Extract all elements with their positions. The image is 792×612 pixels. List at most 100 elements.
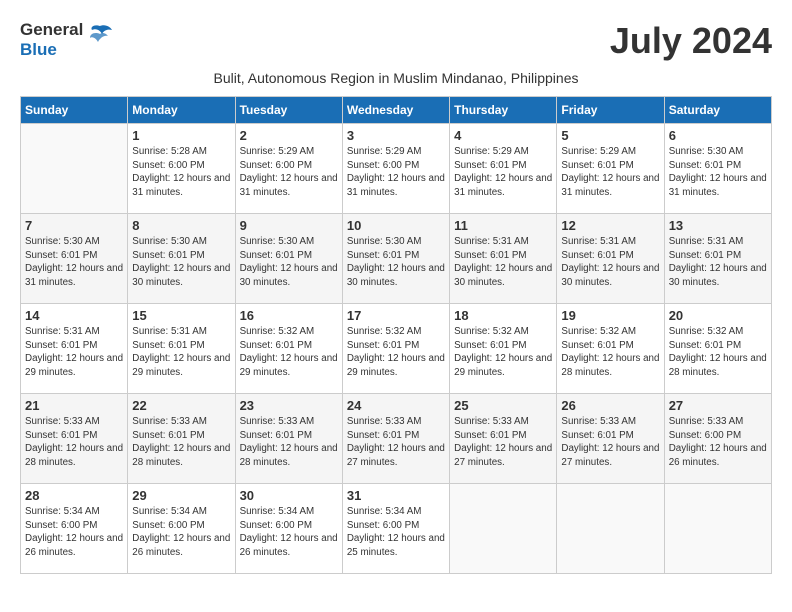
day-number: 27 [669, 398, 767, 413]
calendar-day [21, 124, 128, 214]
day-number: 17 [347, 308, 445, 323]
calendar-day: 21 Sunrise: 5:33 AMSunset: 6:01 PMDayligh… [21, 394, 128, 484]
day-number: 25 [454, 398, 552, 413]
day-number: 7 [25, 218, 123, 233]
calendar-day: 14 Sunrise: 5:31 AMSunset: 6:01 PMDayligh… [21, 304, 128, 394]
header-tuesday: Tuesday [235, 97, 342, 124]
calendar-day: 17 Sunrise: 5:32 AMSunset: 6:01 PMDayligh… [342, 304, 449, 394]
calendar-day: 4 Sunrise: 5:29 AMSunset: 6:01 PMDaylight… [450, 124, 557, 214]
calendar-day: 27Sunrise: 5:33 AMSunset: 6:00 PMDayligh… [664, 394, 771, 484]
header-sunday: Sunday [21, 97, 128, 124]
day-number: 11 [454, 218, 552, 233]
header-friday: Friday [557, 97, 664, 124]
week-row-3: 14 Sunrise: 5:31 AMSunset: 6:01 PMDayligh… [21, 304, 772, 394]
calendar-day: 5 Sunrise: 5:29 AMSunset: 6:01 PMDaylight… [557, 124, 664, 214]
day-info: Sunrise: 5:31 AMSunset: 6:01 PMDaylight:… [669, 235, 767, 290]
day-number: 23 [240, 398, 338, 413]
calendar-day [557, 484, 664, 574]
day-number: 24 [347, 398, 445, 413]
calendar-header-row: SundayMondayTuesdayWednesdayThursdayFrid… [21, 97, 772, 124]
calendar-day: 12 Sunrise: 5:31 AMSunset: 6:01 PMDayligh… [557, 214, 664, 304]
day-number: 20 [669, 308, 767, 323]
logo-bird-icon [86, 22, 114, 50]
calendar-day: 29 Sunrise: 5:34 AMSunset: 6:00 PMDayligh… [128, 484, 235, 574]
day-number: 4 [454, 128, 552, 143]
day-number: 21 [25, 398, 123, 413]
calendar-day: 1Sunrise: 5:28 AMSunset: 6:00 PMDaylight… [128, 124, 235, 214]
day-number: 10 [347, 218, 445, 233]
week-row-2: 7 Sunrise: 5:30 AMSunset: 6:01 PMDaylight… [21, 214, 772, 304]
day-number: 31 [347, 488, 445, 503]
day-info: Sunrise: 5:33 AMSunset: 6:01 PMDaylight:… [25, 415, 123, 470]
day-info: Sunrise: 5:29 AMSunset: 6:00 PMDaylight:… [347, 145, 445, 200]
day-info: Sunrise: 5:33 AMSunset: 6:01 PMDaylight:… [240, 415, 338, 470]
calendar-day: 6 Sunrise: 5:30 AMSunset: 6:01 PMDaylight… [664, 124, 771, 214]
header-saturday: Saturday [664, 97, 771, 124]
day-info: Sunrise: 5:32 AMSunset: 6:01 PMDaylight:… [561, 325, 659, 380]
calendar-day: 24Sunrise: 5:33 AMSunset: 6:01 PMDayligh… [342, 394, 449, 484]
day-number: 12 [561, 218, 659, 233]
logo-general: General [20, 20, 83, 40]
calendar-day [450, 484, 557, 574]
calendar-day: 23 Sunrise: 5:33 AMSunset: 6:01 PMDayligh… [235, 394, 342, 484]
day-info: Sunrise: 5:30 AMSunset: 6:01 PMDaylight:… [240, 235, 338, 290]
day-number: 22 [132, 398, 230, 413]
calendar-day: 2Sunrise: 5:29 AMSunset: 6:00 PMDaylight… [235, 124, 342, 214]
logo: General Blue [20, 20, 114, 60]
day-info: Sunrise: 5:29 AMSunset: 6:01 PMDaylight:… [561, 145, 659, 200]
day-info: Sunrise: 5:32 AMSunset: 6:01 PMDaylight:… [347, 325, 445, 380]
header-wednesday: Wednesday [342, 97, 449, 124]
calendar-day: 22 Sunrise: 5:33 AMSunset: 6:01 PMDayligh… [128, 394, 235, 484]
calendar-day: 18 Sunrise: 5:32 AMSunset: 6:01 PMDayligh… [450, 304, 557, 394]
day-info: Sunrise: 5:34 AMSunset: 6:00 PMDaylight:… [132, 505, 230, 560]
day-info: Sunrise: 5:32 AMSunset: 6:01 PMDaylight:… [454, 325, 552, 380]
day-info: Sunrise: 5:31 AMSunset: 6:01 PMDaylight:… [454, 235, 552, 290]
day-info: Sunrise: 5:33 AMSunset: 6:01 PMDaylight:… [132, 415, 230, 470]
day-number: 8 [132, 218, 230, 233]
day-number: 16 [240, 308, 338, 323]
day-info: Sunrise: 5:33 AMSunset: 6:01 PMDaylight:… [561, 415, 659, 470]
day-info: Sunrise: 5:30 AMSunset: 6:01 PMDaylight:… [132, 235, 230, 290]
month-title: July 2024 [610, 20, 772, 62]
calendar-day: 30 Sunrise: 5:34 AMSunset: 6:00 PMDayligh… [235, 484, 342, 574]
day-info: Sunrise: 5:28 AMSunset: 6:00 PMDaylight:… [132, 145, 230, 200]
day-info: Sunrise: 5:30 AMSunset: 6:01 PMDaylight:… [25, 235, 123, 290]
logo-blue: Blue [20, 40, 83, 60]
day-info: Sunrise: 5:34 AMSunset: 6:00 PMDaylight:… [25, 505, 123, 560]
calendar-day: 28 Sunrise: 5:34 AMSunset: 6:00 PMDayligh… [21, 484, 128, 574]
calendar-day: 10Sunrise: 5:30 AMSunset: 6:01 PMDayligh… [342, 214, 449, 304]
day-number: 26 [561, 398, 659, 413]
day-number: 15 [132, 308, 230, 323]
day-number: 14 [25, 308, 123, 323]
header-thursday: Thursday [450, 97, 557, 124]
day-number: 29 [132, 488, 230, 503]
calendar-day: 20Sunrise: 5:32 AMSunset: 6:01 PMDayligh… [664, 304, 771, 394]
calendar-day: 26 Sunrise: 5:33 AMSunset: 6:01 PMDayligh… [557, 394, 664, 484]
day-number: 18 [454, 308, 552, 323]
calendar-day: 3 Sunrise: 5:29 AMSunset: 6:00 PMDaylight… [342, 124, 449, 214]
day-number: 13 [669, 218, 767, 233]
day-info: Sunrise: 5:31 AMSunset: 6:01 PMDaylight:… [132, 325, 230, 380]
calendar-day: 15 Sunrise: 5:31 AMSunset: 6:01 PMDayligh… [128, 304, 235, 394]
day-number: 28 [25, 488, 123, 503]
week-row-4: 21 Sunrise: 5:33 AMSunset: 6:01 PMDayligh… [21, 394, 772, 484]
day-info: Sunrise: 5:31 AMSunset: 6:01 PMDaylight:… [25, 325, 123, 380]
day-number: 19 [561, 308, 659, 323]
day-number: 6 [669, 128, 767, 143]
day-info: Sunrise: 5:30 AMSunset: 6:01 PMDaylight:… [669, 145, 767, 200]
day-info: Sunrise: 5:34 AMSunset: 6:00 PMDaylight:… [347, 505, 445, 560]
day-number: 3 [347, 128, 445, 143]
header-monday: Monday [128, 97, 235, 124]
day-info: Sunrise: 5:34 AMSunset: 6:00 PMDaylight:… [240, 505, 338, 560]
day-info: Sunrise: 5:29 AMSunset: 6:01 PMDaylight:… [454, 145, 552, 200]
calendar-day: 31 Sunrise: 5:34 AMSunset: 6:00 PMDayligh… [342, 484, 449, 574]
calendar-subtitle: Bulit, Autonomous Region in Muslim Minda… [20, 70, 772, 86]
day-number: 30 [240, 488, 338, 503]
calendar-day: 13 Sunrise: 5:31 AMSunset: 6:01 PMDayligh… [664, 214, 771, 304]
calendar-day: 9Sunrise: 5:30 AMSunset: 6:01 PMDaylight… [235, 214, 342, 304]
day-number: 5 [561, 128, 659, 143]
day-info: Sunrise: 5:29 AMSunset: 6:00 PMDaylight:… [240, 145, 338, 200]
day-info: Sunrise: 5:31 AMSunset: 6:01 PMDaylight:… [561, 235, 659, 290]
day-info: Sunrise: 5:32 AMSunset: 6:01 PMDaylight:… [240, 325, 338, 380]
calendar-day: 8 Sunrise: 5:30 AMSunset: 6:01 PMDaylight… [128, 214, 235, 304]
